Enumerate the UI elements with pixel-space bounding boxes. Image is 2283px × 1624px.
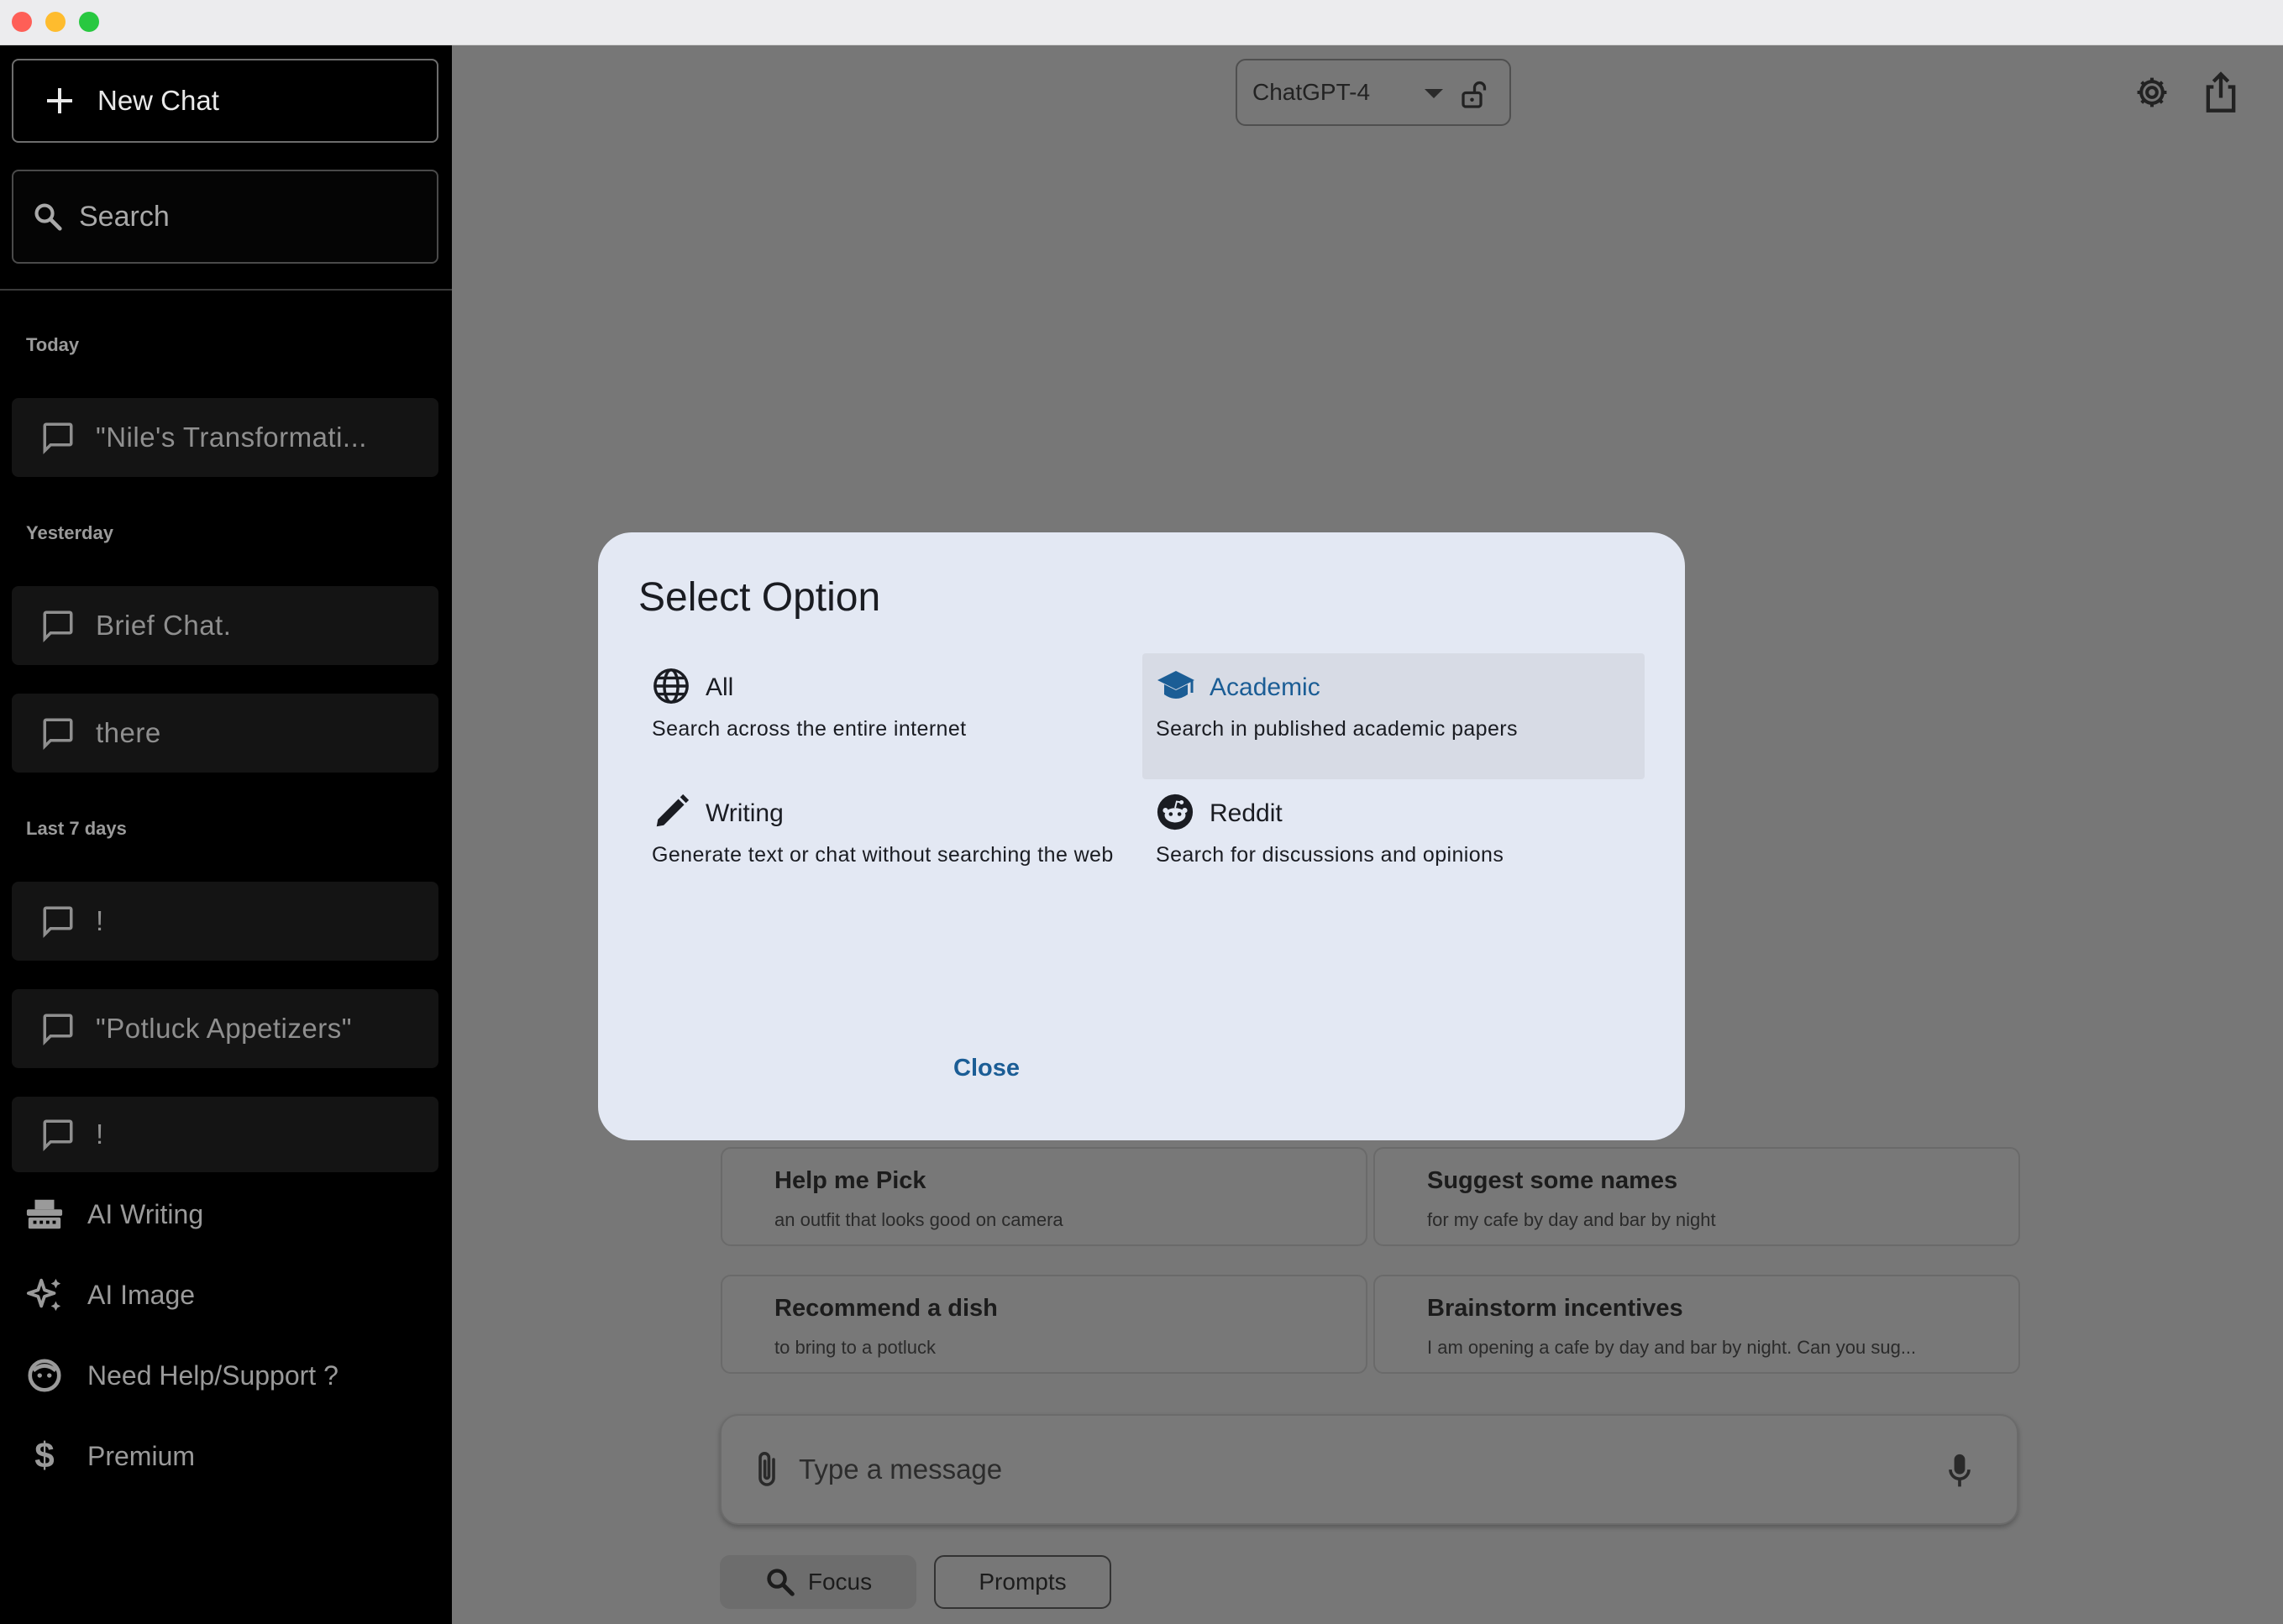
option-all[interactable]: All Search across the entire internet bbox=[638, 653, 1141, 779]
chat-history-item[interactable]: "Potluck Appetizers" bbox=[12, 989, 438, 1068]
suggestion-card[interactable]: Help me Pick an outfit that looks good o… bbox=[721, 1147, 1367, 1246]
focus-button-label: Focus bbox=[807, 1569, 873, 1595]
section-label-last7: Last 7 days bbox=[26, 818, 127, 839]
chat-history-label: there bbox=[96, 717, 161, 748]
dialog-title: Select Option bbox=[638, 575, 881, 620]
typewriter-icon bbox=[26, 1199, 63, 1229]
menu-support[interactable]: Need Help/Support ? bbox=[25, 1350, 339, 1401]
dollar-icon: $ bbox=[34, 1437, 54, 1475]
option-name: Writing bbox=[706, 799, 784, 827]
reddit-icon bbox=[1157, 794, 1194, 830]
message-input[interactable] bbox=[799, 1454, 1891, 1485]
chat-history-item[interactable]: ! bbox=[12, 1097, 438, 1172]
focus-button[interactable]: Focus bbox=[720, 1555, 916, 1609]
plus-icon bbox=[47, 88, 72, 113]
suggestion-card[interactable]: Suggest some names for my cafe by day an… bbox=[1373, 1147, 2020, 1246]
option-description: Search for discussions and opinions bbox=[1156, 843, 1504, 867]
sparkle-icon bbox=[26, 1278, 61, 1312]
section-label-today: Today bbox=[26, 334, 80, 355]
model-selector[interactable]: ChatGPT-4 bbox=[1236, 59, 1511, 126]
chat-bubble-icon bbox=[43, 422, 73, 454]
menu-premium-label: Premium bbox=[87, 1440, 196, 1471]
suggestion-subtitle: I am opening a cafe by day and bar by ni… bbox=[1427, 1337, 1917, 1358]
option-academic[interactable]: Academic Search in published academic pa… bbox=[1142, 653, 1645, 779]
option-name: Academic bbox=[1210, 673, 1320, 701]
option-reddit[interactable]: Reddit Search for discussions and opinio… bbox=[1142, 779, 1645, 905]
chat-history-label: "Nile's Transformati... bbox=[96, 422, 367, 453]
unlock-icon[interactable] bbox=[1458, 79, 1488, 109]
chat-history-item[interactable]: Brief Chat. bbox=[12, 586, 438, 665]
minimize-window-button[interactable] bbox=[45, 12, 66, 32]
sidebar: New Chat Today "Nile's Transformati... Y… bbox=[0, 45, 452, 1624]
new-chat-label: New Chat bbox=[97, 85, 219, 116]
microphone-icon[interactable] bbox=[1946, 1453, 1973, 1490]
option-description: Search in published academic papers bbox=[1156, 717, 1518, 741]
option-name: Reddit bbox=[1210, 799, 1283, 827]
option-writing[interactable]: Writing Generate text or chat without se… bbox=[638, 779, 1141, 905]
close-window-button[interactable] bbox=[12, 12, 32, 32]
graduation-cap-icon bbox=[1157, 671, 1194, 699]
option-description: Search across the entire internet bbox=[652, 717, 967, 741]
suggestion-card[interactable]: Recommend a dish to bring to a potluck bbox=[721, 1275, 1367, 1374]
suggestion-title: Brainstorm incentives bbox=[1427, 1295, 1683, 1322]
support-icon bbox=[28, 1359, 61, 1392]
section-label-yesterday: Yesterday bbox=[26, 522, 113, 543]
option-description: Generate text or chat without searching … bbox=[652, 843, 1114, 867]
suggestion-title: Suggest some names bbox=[1427, 1167, 1678, 1194]
chevron-down-icon bbox=[1425, 89, 1443, 98]
chat-history-item[interactable]: "Nile's Transformati... bbox=[12, 398, 438, 477]
prompts-button-label: Prompts bbox=[979, 1569, 1067, 1595]
menu-ai-image-label: AI Image bbox=[87, 1279, 196, 1310]
menu-support-label: Need Help/Support ? bbox=[87, 1359, 339, 1391]
gear-icon[interactable] bbox=[2133, 74, 2170, 111]
maximize-window-button[interactable] bbox=[79, 12, 99, 32]
chat-history-label: "Potluck Appetizers" bbox=[96, 1013, 352, 1044]
new-chat-button[interactable]: New Chat bbox=[12, 59, 438, 143]
message-composer bbox=[720, 1414, 2018, 1525]
paperclip-icon[interactable] bbox=[752, 1449, 782, 1490]
menu-ai-writing-label: AI Writing bbox=[87, 1198, 204, 1229]
share-icon[interactable] bbox=[2202, 71, 2239, 114]
chat-bubble-icon bbox=[43, 1119, 73, 1151]
menu-premium[interactable]: $ Premium bbox=[25, 1431, 195, 1481]
menu-ai-writing[interactable]: AI Writing bbox=[25, 1189, 203, 1239]
suggestion-subtitle: for my cafe by day and bar by night bbox=[1427, 1209, 1716, 1230]
model-selector-label: ChatGPT-4 bbox=[1252, 79, 1371, 105]
chat-bubble-icon bbox=[43, 718, 73, 750]
svg-text:$: $ bbox=[34, 1437, 54, 1475]
select-option-dialog: Select Option All Search across the enti… bbox=[598, 532, 1685, 1140]
chat-history-item[interactable]: there bbox=[12, 694, 438, 773]
chat-history-label: Brief Chat. bbox=[96, 610, 232, 641]
chat-history-label: ! bbox=[96, 905, 104, 936]
suggestion-title: Recommend a dish bbox=[774, 1295, 998, 1322]
globe-icon bbox=[653, 668, 689, 704]
chat-history-item[interactable]: ! bbox=[12, 882, 438, 961]
search-icon bbox=[34, 203, 62, 231]
chat-history-label: ! bbox=[96, 1118, 104, 1150]
chat-bubble-icon bbox=[43, 610, 73, 642]
search-icon bbox=[767, 1569, 795, 1596]
chat-bubble-icon bbox=[43, 1014, 73, 1045]
search-input[interactable] bbox=[79, 200, 415, 233]
suggestion-subtitle: to bring to a potluck bbox=[774, 1337, 937, 1358]
menu-ai-image[interactable]: AI Image bbox=[25, 1270, 195, 1320]
suggestion-card[interactable]: Brainstorm incentives I am opening a caf… bbox=[1373, 1275, 2020, 1374]
suggestion-title: Help me Pick bbox=[774, 1167, 926, 1194]
dialog-close-button[interactable]: Close bbox=[953, 1055, 1020, 1082]
prompts-button[interactable]: Prompts bbox=[934, 1555, 1111, 1609]
sidebar-search[interactable] bbox=[12, 170, 438, 264]
option-name: All bbox=[706, 673, 734, 701]
suggestion-subtitle: an outfit that looks good on camera bbox=[774, 1209, 1063, 1230]
window-titlebar bbox=[0, 0, 2283, 45]
sidebar-divider bbox=[0, 289, 452, 291]
chat-bubble-icon bbox=[43, 906, 73, 938]
pencil-icon bbox=[656, 794, 690, 827]
